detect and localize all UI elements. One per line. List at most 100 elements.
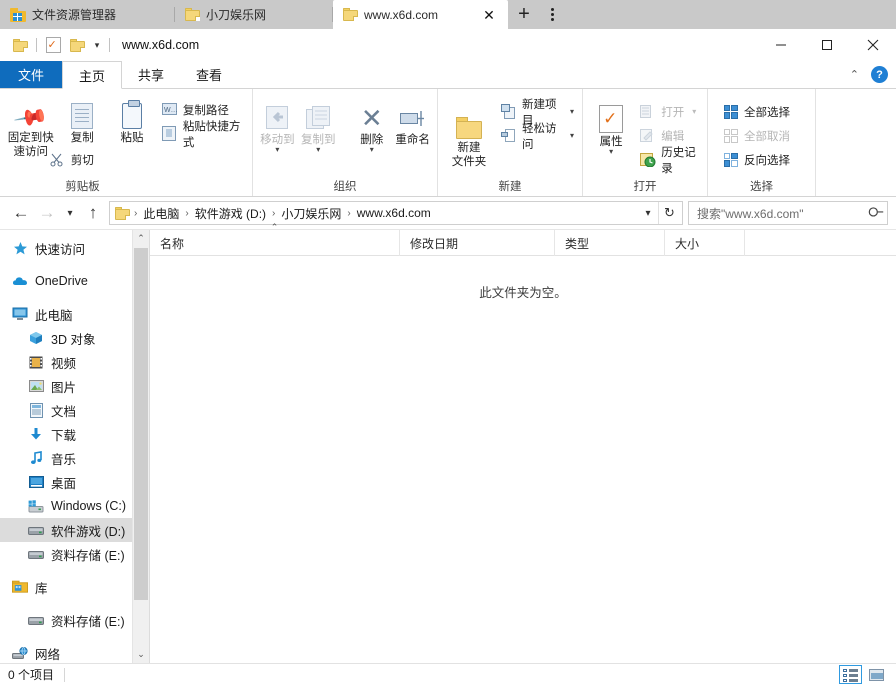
sidebar-item-documents[interactable]: 文档: [0, 398, 149, 422]
chevron-down-icon[interactable]: ▾: [692, 109, 696, 115]
sidebar-item-windows-c[interactable]: Windows (C:): [0, 494, 149, 518]
delete-button[interactable]: ✕ 删除 ▾: [352, 95, 391, 153]
help-icon[interactable]: ?: [871, 66, 888, 83]
column-header-date-modified[interactable]: 修改日期: [400, 230, 555, 256]
sidebar-item-videos[interactable]: 视频: [0, 350, 149, 374]
status-bar: 0 个项目: [0, 663, 896, 685]
open-icon: [639, 103, 656, 120]
column-header-type[interactable]: 类型: [555, 230, 665, 256]
pin-icon: 📌: [17, 97, 44, 129]
sidebar-item-music[interactable]: 音乐: [0, 446, 149, 470]
breadcrumb-item-0[interactable]: 此电脑: [138, 205, 184, 222]
new-tab-button[interactable]: +: [508, 0, 540, 29]
address-dropdown-icon[interactable]: ▾: [638, 202, 658, 224]
back-button[interactable]: ←: [8, 200, 34, 226]
sidebar-item-software-games-d[interactable]: 软件游戏 (D:): [0, 518, 149, 542]
up-button[interactable]: ↑: [80, 200, 106, 226]
tab-xiaodao[interactable]: 小刀娱乐网: [175, 0, 333, 29]
close-icon[interactable]: ✕: [480, 6, 498, 24]
maximize-button[interactable]: [804, 29, 850, 60]
easy-access-button[interactable]: 轻松访问 ▾: [497, 125, 577, 146]
details-view-button[interactable]: [839, 665, 862, 684]
sidebar-item-downloads[interactable]: 下载: [0, 422, 149, 446]
close-button[interactable]: [850, 29, 896, 60]
minimize-button[interactable]: [758, 29, 804, 60]
label-line2: 速访问: [13, 145, 48, 159]
invert-selection-button[interactable]: 反向选择: [719, 149, 810, 170]
title-bar: ✓ ▾ www.x6d.com: [0, 29, 896, 61]
breadcrumb-item-1[interactable]: 软件游戏 (D:): [190, 205, 271, 222]
chevron-down-icon[interactable]: ▾: [316, 147, 320, 153]
search-input[interactable]: 搜索"www.x6d.com": [697, 205, 870, 222]
window-controls: [758, 29, 896, 61]
copy-button[interactable]: 复制: [58, 93, 106, 145]
scroll-down-icon[interactable]: ⌄: [133, 646, 149, 663]
sidebar-item-onedrive[interactable]: OneDrive: [0, 269, 149, 293]
select-all-button[interactable]: 全部选择: [719, 101, 810, 122]
breadcrumb-item-2[interactable]: 小刀娱乐网: [276, 205, 346, 222]
breadcrumb-item-3[interactable]: www.x6d.com: [352, 206, 436, 220]
qat-properties-icon[interactable]: ✓: [41, 33, 65, 57]
column-header-name[interactable]: ⌃ 名称: [150, 230, 400, 256]
scrollbar-thumb[interactable]: [134, 248, 148, 600]
chevron-down-icon[interactable]: ▾: [570, 109, 574, 115]
history-icon: [639, 151, 656, 168]
recent-locations-button[interactable]: ▾: [60, 200, 80, 226]
paste-shortcut-button[interactable]: 粘贴快捷方式: [158, 123, 247, 144]
sidebar-item-network[interactable]: 网络: [0, 641, 149, 663]
refresh-icon[interactable]: ↻: [658, 202, 680, 224]
explorer-icon: [10, 8, 26, 22]
select-none-button[interactable]: 全部取消: [719, 125, 810, 146]
label: 全部选择: [744, 104, 790, 120]
sidebar-item-label: 库: [35, 578, 48, 597]
sidebar-item-label: 资料存储 (E:): [51, 611, 125, 630]
sidebar-item-3d-objects[interactable]: 3D 对象: [0, 326, 149, 350]
forward-button[interactable]: →: [34, 200, 60, 226]
tab-home[interactable]: 主页: [62, 61, 122, 89]
paste-button[interactable]: 粘贴: [108, 93, 156, 145]
sidebar-item-pictures[interactable]: 图片: [0, 374, 149, 398]
tab-view[interactable]: 查看: [180, 61, 238, 88]
cut-button[interactable]: 剪切: [46, 149, 247, 170]
new-folder-button[interactable]: 新建 文件夹: [443, 97, 495, 169]
sidebar-item-data-storage-e[interactable]: 资料存储 (E:): [0, 542, 149, 566]
properties-button[interactable]: ✓ 属性 ▾: [588, 97, 634, 155]
history-button[interactable]: 历史记录: [636, 149, 702, 170]
chevron-down-icon[interactable]: ▾: [570, 133, 574, 139]
scroll-up-icon[interactable]: ⌃: [133, 230, 149, 247]
tab-share[interactable]: 共享: [122, 61, 180, 88]
file-list-pane[interactable]: ⌃ 名称 修改日期 类型 大小 此文件夹为空。: [150, 230, 896, 663]
collapse-ribbon-icon[interactable]: ⌃: [846, 68, 863, 81]
navigation-pane-scrollbar[interactable]: ⌃ ⌄: [132, 230, 149, 663]
large-icons-view-button[interactable]: [865, 665, 888, 684]
drive-icon: [28, 612, 44, 628]
qat-customize-dropdown-icon[interactable]: ▾: [89, 33, 105, 57]
sidebar-item-library-data-storage-e[interactable]: 资料存储 (E:): [0, 608, 149, 632]
sidebar-item-quick-access[interactable]: 快速访问: [0, 236, 149, 260]
column-headers: ⌃ 名称 修改日期 类型 大小: [150, 230, 896, 256]
search-box[interactable]: 搜索"www.x6d.com": [688, 201, 888, 225]
group-label: 新建: [438, 178, 582, 194]
edit-icon: [639, 127, 656, 144]
sidebar-item-this-pc[interactable]: 此电脑: [0, 302, 149, 326]
move-to-button[interactable]: 移动到 ▾: [258, 95, 297, 153]
copy-to-icon: [304, 99, 332, 131]
chevron-down-icon[interactable]: ▾: [370, 147, 374, 153]
sidebar-item-label: 桌面: [51, 473, 76, 492]
copy-to-button[interactable]: 复制到 ▾: [299, 95, 338, 153]
chevron-down-icon[interactable]: ▾: [609, 149, 613, 155]
column-header-blank[interactable]: [745, 230, 896, 256]
tab-file-explorer[interactable]: 文件资源管理器: [0, 0, 175, 29]
tab-file[interactable]: 文件: [0, 61, 62, 88]
sidebar-item-desktop[interactable]: 桌面: [0, 470, 149, 494]
chevron-down-icon[interactable]: ▾: [275, 147, 279, 153]
tab-overflow-menu-icon[interactable]: [540, 0, 564, 29]
qat-new-folder-icon[interactable]: [65, 33, 89, 57]
tab-x6d[interactable]: www.x6d.com ✕: [333, 0, 508, 29]
rename-button[interactable]: 重命名: [393, 95, 432, 147]
computer-icon: [12, 306, 28, 322]
open-button[interactable]: 打开 ▾: [636, 101, 702, 122]
column-header-size[interactable]: 大小: [665, 230, 745, 256]
qat-folder-icon[interactable]: [8, 33, 32, 57]
sidebar-item-libraries[interactable]: 库: [0, 575, 149, 599]
